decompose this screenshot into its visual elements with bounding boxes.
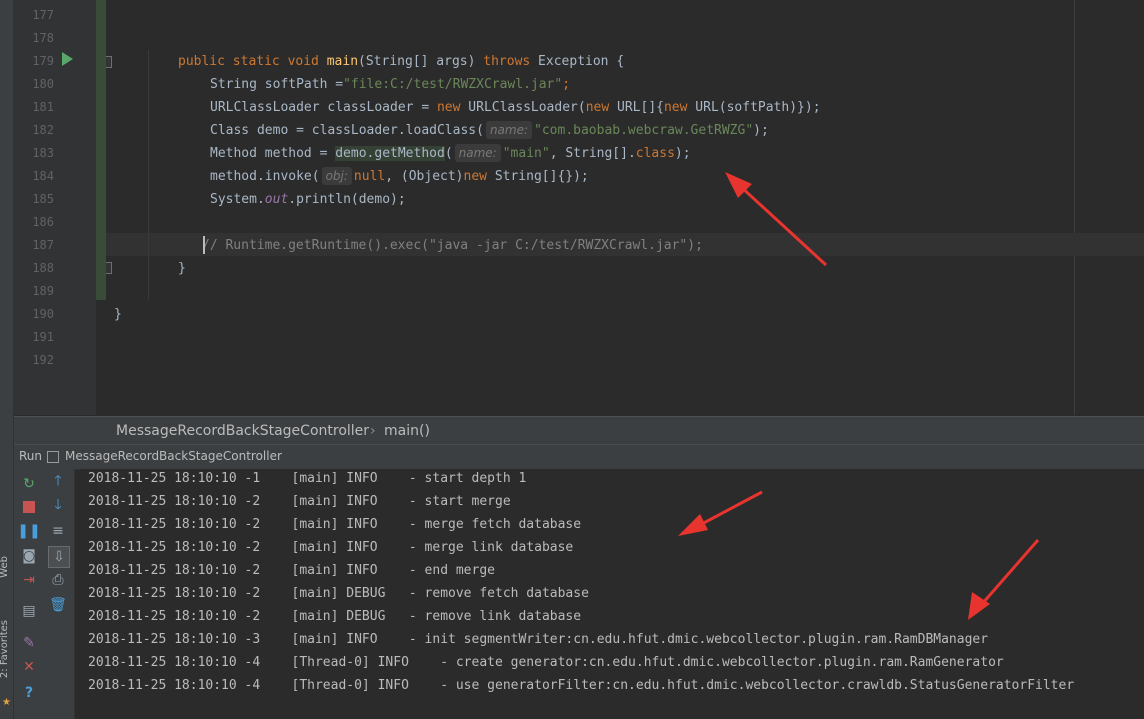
console-line: 2018-11-25 18:10:10 -2 [main] INFO - mer… [88,540,574,555]
help-icon[interactable]: ? [19,683,39,703]
console-line: 2018-11-25 18:10:10 -4 [Thread-0] INFO -… [88,655,1004,670]
code-line-179: public static void main(String[] args) t… [178,54,625,69]
clear-all-icon[interactable]: 🗑 [48,595,68,615]
line-number: 190 [32,307,54,321]
code-editor[interactable]: 177 178 179 180 181 182 183 184 185 186 … [14,0,1144,415]
code-line-181: URLClassLoader classLoader = new URLClas… [210,100,821,115]
exit-icon[interactable]: ⇥ [19,570,39,590]
line-number: 186 [32,215,54,229]
layout-icon[interactable]: ▤ [19,601,39,621]
text-caret [203,236,205,254]
line-number: 182 [32,123,54,137]
code-line-185: System.out.println(demo); [210,192,406,207]
code-line-188: } [178,261,186,276]
breadcrumb-separator: › [370,423,376,439]
rerun-icon[interactable]: ↻ [19,474,39,494]
close-icon[interactable]: ✕ [19,657,39,677]
scroll-to-end-icon[interactable]: ⇩ [48,546,70,568]
pin-icon[interactable]: ✎ [19,633,39,653]
breadcrumb-method[interactable]: main() [384,423,430,439]
print-icon[interactable]: ⎙ [48,570,68,590]
line-number-gutter: 177 178 179 180 181 182 183 184 185 186 … [14,0,112,415]
web-side-tab[interactable]: Web [0,556,10,578]
console-line: 2018-11-25 18:10:10 -2 [main] DEBUG - re… [88,609,582,624]
breadcrumb-class[interactable]: MessageRecordBackStageController [116,423,369,439]
run-tab-label[interactable]: Run [19,449,42,463]
console-line: 2018-11-25 18:10:10 -3 [main] INFO - ini… [88,632,989,647]
dump-threads-icon[interactable]: ◙ [19,546,39,566]
star-icon: ★ [2,697,11,708]
line-number: 181 [32,100,54,114]
up-arrow-icon[interactable]: 🡑 [48,472,68,492]
pause-icon[interactable]: ❚❚ [17,521,40,541]
line-number: 179 [32,54,54,68]
code-line-180: String softPath ="file:C:/test/RWZXCrawl… [210,77,571,92]
line-number: 188 [32,261,54,275]
indent-guide [148,50,149,300]
soft-wrap-icon[interactable]: ≡ [48,521,68,541]
line-number: 180 [32,77,54,91]
run-config-icon [47,451,59,463]
parameter-hint: name: [454,144,501,162]
run-gutter-icon[interactable] [62,52,73,66]
line-number: 185 [32,192,54,206]
down-arrow-icon[interactable]: 🡓 [48,496,68,516]
code-line-182: Class demo = classLoader.loadClass(name:… [210,121,769,139]
code-line-187: // Runtime.getRuntime().exec("java -jar … [202,238,703,253]
run-toolbar-secondary: 🡑 🡓 ≡ ⇩ ⎙ 🗑 [44,469,75,719]
console-output[interactable]: 2018-11-25 18:10:10 -1 [main] INFO - sta… [80,469,1144,719]
vcs-change-bar [96,0,106,300]
parameter-hint: obj: [321,167,352,185]
right-margin-guide [1074,0,1075,415]
line-number: 178 [32,31,54,45]
console-line: 2018-11-25 18:10:10 -2 [main] INFO - sta… [88,494,511,509]
code-line-183: Method method = demo.getMethod(name: "mai… [210,144,691,162]
console-line: 2018-11-25 18:10:10 -2 [main] INFO - end… [88,563,495,578]
run-toolbar-primary: ↻ ❚❚ ◙ ⇥ ▤ ✎ ✕ ? [14,469,44,719]
favorites-side-tab[interactable]: 2: Favorites [0,620,10,678]
console-line: 2018-11-25 18:10:10 -2 [main] DEBUG - re… [88,586,589,601]
left-tool-strip: Web 2: Favorites ★ [0,0,14,719]
console-line: 2018-11-25 18:10:10 -1 [main] INFO - sta… [88,471,527,486]
line-number: 184 [32,169,54,183]
breadcrumb: MessageRecordBackStageController › main(… [14,416,1144,445]
console-line: 2018-11-25 18:10:10 -2 [main] INFO - mer… [88,517,582,532]
line-number: 187 [32,238,54,252]
console-line: 2018-11-25 18:10:10 -4 [Thread-0] INFO -… [88,678,1075,693]
code-line-190: } [114,307,122,322]
run-config-tab[interactable]: MessageRecordBackStageController [65,449,282,463]
parameter-hint: name: [485,121,533,139]
stop-icon[interactable] [19,497,39,517]
line-number: 191 [32,330,54,344]
line-number: 189 [32,284,54,298]
code-line-184: method.invoke(obj: null, (Object)new Stri… [210,167,589,185]
line-number: 177 [32,8,54,22]
line-number: 192 [32,353,54,367]
line-number: 183 [32,146,54,160]
